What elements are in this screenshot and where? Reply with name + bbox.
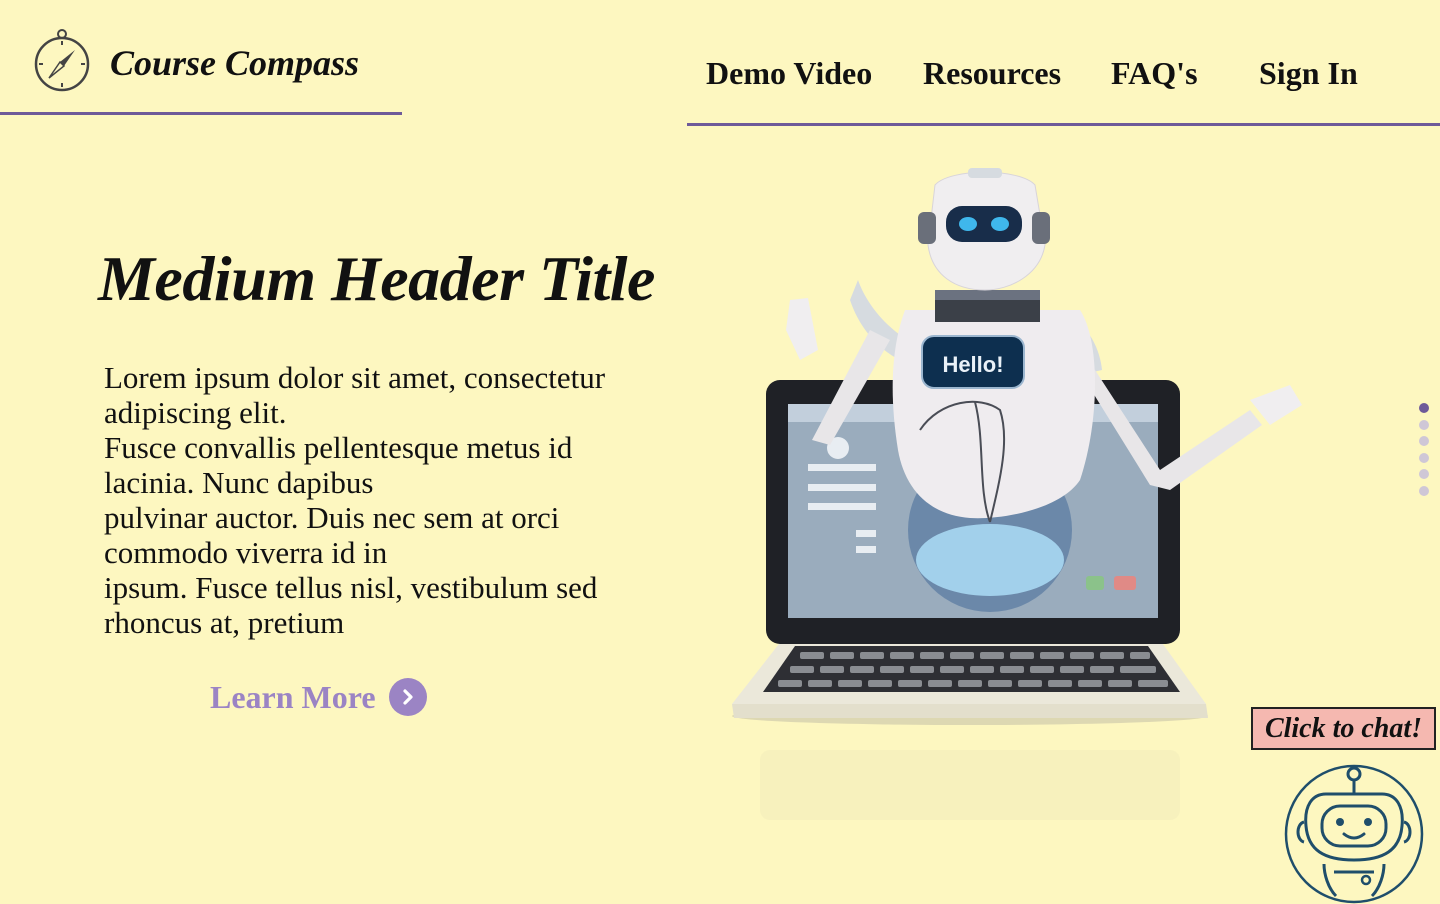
learn-more-label[interactable]: Learn More (210, 679, 376, 716)
nav-faqs[interactable]: FAQ's (1111, 55, 1198, 92)
nav-resources[interactable]: Resources (923, 55, 1061, 92)
compass-icon[interactable] (33, 28, 91, 92)
hero-robot-laptop-illustration: Hello! (732, 168, 1302, 820)
hero-body-line: lacinia. Nunc dapibus (104, 465, 374, 500)
hero-title: Medium Header Title (98, 243, 655, 314)
hero-body-line: pulvinar auctor. Duis nec sem at orci (104, 500, 560, 535)
nav-demo-video[interactable]: Demo Video (706, 55, 872, 92)
chat-button[interactable]: Click to chat! (1251, 707, 1436, 750)
hero-body: Lorem ipsum dolor sit amet, consectetur … (104, 360, 664, 640)
nav-sign-in[interactable]: Sign In (1259, 55, 1358, 92)
learn-more-link[interactable]: Learn More (210, 678, 427, 716)
hero-body-line: rhoncus at, pretium (104, 605, 345, 640)
robot-icon[interactable] (1284, 764, 1424, 904)
faded-watermark (760, 750, 1180, 820)
chevron-right-icon[interactable] (388, 678, 427, 716)
pagination-dot[interactable] (1419, 485, 1429, 496)
slide-pagination (1419, 403, 1429, 503)
hero-body-line: ipsum. Fusce tellus nisl, vestibulum sed (104, 570, 598, 605)
pagination-dot[interactable] (1419, 403, 1429, 413)
hero-body-line: adipiscing elit. (104, 395, 287, 430)
brand-block: Course Compass (0, 0, 402, 115)
robot-screen-text: Hello! (942, 352, 1003, 377)
pagination-dot[interactable] (1419, 469, 1429, 480)
hero-body-line: commodo viverra id in (104, 535, 388, 570)
pagination-dot[interactable] (1419, 419, 1429, 430)
hero-body-line: Fusce convallis pellentesque metus id (104, 430, 573, 465)
pagination-dot[interactable] (1419, 452, 1429, 463)
hero-body-line: Lorem ipsum dolor sit amet, consectetur (104, 360, 606, 395)
top-nav: Demo Video Resources FAQ's Sign In (687, 0, 1440, 126)
pagination-dot[interactable] (1419, 436, 1429, 447)
brand-name[interactable]: Course Compass (110, 42, 359, 84)
